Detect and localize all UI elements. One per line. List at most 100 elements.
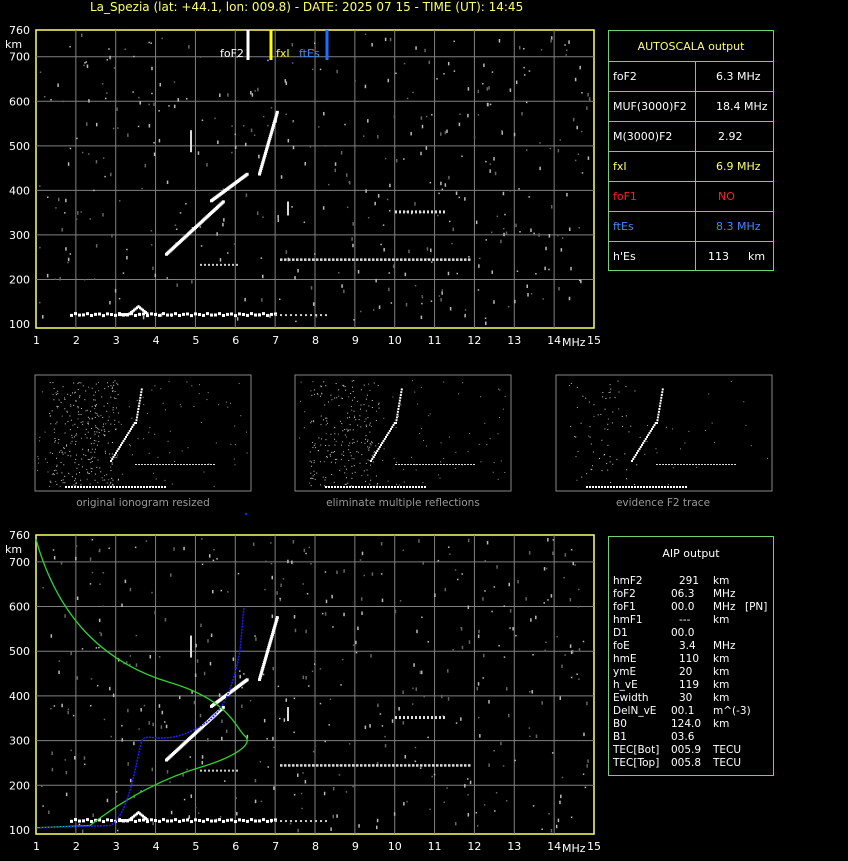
noise-dot: [261, 298, 263, 302]
thumb-noise: [361, 475, 363, 477]
noise-dot: [206, 163, 208, 167]
e-trace: [190, 314, 193, 318]
thumb-noise: [347, 412, 349, 414]
noise-dot: [88, 99, 90, 103]
aip-value: 110: [679, 653, 700, 665]
thumb-noise: [440, 442, 442, 444]
thumb-e-trace: [640, 486, 642, 488]
es-multiple: [208, 263, 210, 266]
noise-dot: [319, 702, 322, 705]
thumb-noise: [90, 467, 92, 469]
thumb-noise: [107, 419, 109, 421]
es-multiple: [468, 258, 471, 261]
noise-dot: [134, 546, 137, 549]
noise-dot: [578, 588, 580, 591]
thumb-f-trace: [385, 436, 387, 438]
noise-dot: [302, 772, 304, 774]
es-multiple: [216, 263, 218, 266]
thumb-f-trace: [139, 394, 142, 396]
thumb-noise: [373, 382, 375, 384]
noise-dot: [391, 719, 394, 723]
e-trace: [275, 314, 277, 317]
thumb-evidence: [555, 374, 773, 492]
noise-dot: [158, 110, 160, 112]
e-trace: [162, 312, 165, 316]
noise-dot: [226, 252, 229, 254]
thumb-noise: [383, 417, 385, 419]
noise-dot: [482, 677, 484, 679]
noise-dot: [452, 227, 454, 232]
e-trace: [82, 313, 85, 317]
es-multiple: [468, 764, 471, 767]
noise-dot: [580, 130, 583, 133]
trace-fragment: [427, 210, 429, 214]
thumb-noise: [311, 441, 313, 443]
thumb-e-trace: [71, 486, 73, 488]
noise-dot: [115, 791, 118, 793]
thumb-noise: [102, 426, 104, 428]
noise-dot: [503, 232, 505, 237]
es-multiple: [312, 258, 315, 261]
noise-dot: [437, 214, 439, 217]
noise-dot: [53, 705, 56, 707]
thumb-noise: [121, 473, 123, 475]
thumb-noise: [367, 459, 369, 461]
thumb-noise: [342, 441, 344, 443]
thumb-e-trace: [340, 486, 342, 488]
thumb-noise: [64, 398, 66, 400]
thumb-e-trace: [122, 486, 124, 488]
thumb-noise: [49, 382, 51, 384]
thumb-noise: [502, 408, 504, 410]
aip-param: D1: [613, 627, 628, 639]
x-tick-label: 7: [272, 840, 279, 853]
noise-dot: [108, 48, 110, 50]
noise-dot: [476, 686, 478, 691]
noise-dot: [234, 133, 237, 136]
autoscala-label: foF2: [613, 70, 637, 83]
noise-dot: [310, 286, 313, 290]
noise-dot: [358, 824, 360, 828]
es-multiple: [300, 258, 303, 261]
thumb-noise: [387, 480, 389, 482]
noise-dot: [98, 550, 100, 553]
thumb-noise: [611, 422, 613, 424]
noise-dot: [279, 717, 281, 720]
noise-dot: [491, 71, 494, 73]
trace-fragment: [287, 707, 289, 722]
trace-fragment: [431, 210, 433, 214]
noise-dot: [376, 825, 378, 830]
thumb-noise: [324, 485, 326, 487]
noise-dot: [461, 573, 463, 575]
e-trace: [290, 314, 292, 317]
noise-dot: [235, 797, 237, 799]
ionogram-top-plot: 760700600500400300200100km1 2 3 4 5 6 7 8 9 10 11 1…: [5, 24, 601, 349]
thumb-noise: [111, 441, 113, 443]
thumb-f-trace: [380, 444, 382, 446]
e-trace: [234, 820, 237, 824]
thumb-noise: [366, 394, 368, 396]
thumb-noise: [489, 438, 491, 440]
thumb-noise: [455, 451, 457, 453]
noise-dot: [441, 694, 443, 699]
es-multiple: [220, 769, 222, 772]
thumb-noise: [164, 409, 166, 411]
thumb-noise: [329, 453, 331, 455]
thumb-noise: [354, 397, 356, 399]
thumb-noise: [97, 482, 99, 484]
thumb-f-trace: [376, 450, 379, 452]
thumb-noise: [86, 409, 88, 411]
thumb-noise: [708, 393, 710, 395]
e-trace: [78, 313, 81, 317]
thumb-e-trace: [391, 486, 393, 488]
e-trace: [310, 314, 312, 317]
noise-dot: [367, 119, 369, 123]
e-trace: [194, 818, 197, 822]
thumb-noise: [378, 407, 380, 409]
thumb-noise: [70, 394, 72, 396]
trace-fragment: [439, 210, 441, 214]
noise-dot: [420, 211, 423, 214]
thumb-noise: [469, 433, 471, 435]
aip-panel: AIP output hmF2 291 km foF2 06.3 MHz foF1 00.0 M…: [608, 536, 774, 776]
noise-dot: [569, 597, 572, 602]
thumb-f-trace: [382, 440, 385, 442]
